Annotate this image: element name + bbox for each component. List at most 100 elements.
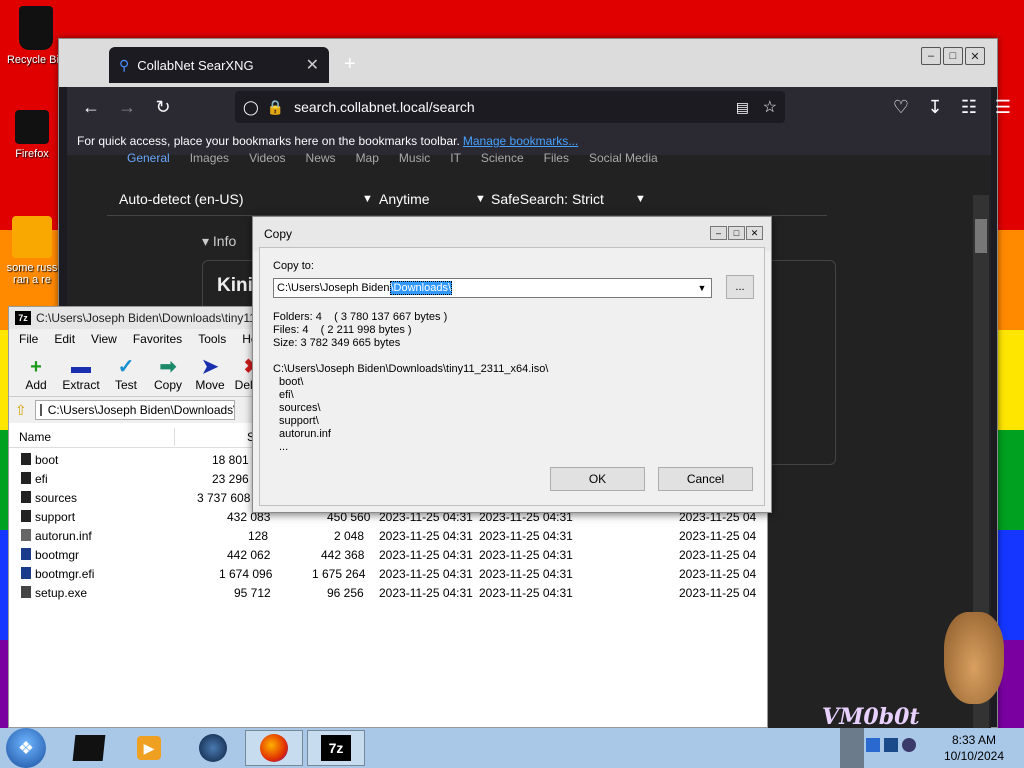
bookmark-star-icon[interactable]: ☆ — [763, 97, 777, 117]
tab-it[interactable]: IT — [450, 151, 461, 165]
tab-music[interactable]: Music — [399, 151, 430, 165]
menu-tools[interactable]: Tools — [198, 332, 226, 346]
show-hidden-icons-button[interactable] — [840, 728, 864, 768]
tab-videos[interactable]: Videos — [249, 151, 285, 165]
close-tab-icon[interactable]: ✕ — [306, 55, 319, 75]
table-row[interactable]: autorun.inf 128 2 048 2023-11-25 04:31 2023-… — [9, 526, 767, 545]
taskbar-app-7zip[interactable]: 7z — [307, 730, 365, 766]
media-player-icon: ▶ — [137, 736, 161, 760]
downloads-icon[interactable]: ↧ — [917, 91, 953, 123]
folder-icon — [21, 491, 31, 503]
reader-view-icon[interactable]: ▤ — [736, 99, 749, 116]
copy-arrow-icon: ➡ — [159, 356, 177, 378]
hamster-image — [944, 612, 1004, 704]
tab-images[interactable]: Images — [190, 151, 229, 165]
menu-view[interactable]: View — [91, 332, 117, 346]
new-tab-button[interactable]: + — [344, 53, 356, 76]
network-icon[interactable] — [866, 738, 880, 752]
close-button[interactable]: ✕ — [746, 226, 763, 240]
table-row[interactable]: bootmgr.efi 1 674 096 1 675 264 2023-11-25 … — [9, 564, 767, 583]
taskbar-app-globe[interactable] — [184, 730, 242, 766]
column-name[interactable]: Name — [19, 430, 51, 444]
clock-time: 8:33 AM — [951, 733, 996, 747]
scrollbar-thumb[interactable] — [975, 219, 987, 253]
terminal-icon — [72, 735, 106, 761]
destination-combobox[interactable]: C:\Users\Joseph Biden \Downloads\ ▼ — [273, 278, 712, 298]
dialog-titlebar: Copy – □ ✕ — [253, 217, 771, 251]
tab-science[interactable]: Science — [481, 151, 524, 165]
desktop-icon-recycle-bin[interactable]: Recycle Bin — [6, 6, 66, 66]
path-input[interactable]: C:\Users\Joseph Biden\Downloads\tiny11_2… — [34, 400, 235, 420]
volume-icon[interactable] — [884, 738, 898, 752]
menu-favorites[interactable]: Favorites — [133, 332, 182, 346]
item-list-entry: support\ — [279, 415, 319, 427]
language-select[interactable]: Auto-detect (en-US) ▼ — [119, 191, 379, 207]
tab-news[interactable]: News — [306, 151, 336, 165]
move-arrow-icon: ➤ — [201, 356, 219, 378]
firefox-icon — [15, 110, 49, 144]
cancel-button[interactable]: Cancel — [658, 467, 753, 491]
desktop-icon-file[interactable]: some russ ran a re — [2, 216, 62, 286]
tab-files[interactable]: Files — [544, 151, 569, 165]
folder-up-icon[interactable]: ⇧ — [15, 402, 27, 419]
dialog-body: Copy to: C:\Users\Joseph Biden \Downloads… — [259, 247, 765, 506]
action-center-icon[interactable] — [902, 738, 916, 752]
firefox-icon — [260, 734, 288, 762]
chevron-down-icon[interactable]: ▼ — [693, 279, 711, 297]
bookmarks-hint: For quick access, place your bookmarks h… — [77, 134, 460, 148]
manage-bookmarks-link[interactable]: Manage bookmarks... — [463, 134, 578, 148]
start-button[interactable]: ❖ — [6, 728, 46, 768]
test-button[interactable]: ✓ Test — [107, 356, 145, 396]
extensions-icon[interactable]: ☷ — [951, 91, 987, 123]
taskbar-app-firefox[interactable] — [245, 730, 303, 766]
search-filters: Auto-detect (en-US) ▼ Anytime ▼ SafeSearch… — [119, 191, 646, 207]
item-list-entry: boot\ — [279, 376, 304, 388]
table-row[interactable]: bootmgr 442 062 442 368 2023-11-25 04:31 202… — [9, 545, 767, 564]
menu-edit[interactable]: Edit — [54, 332, 75, 346]
forward-icon[interactable]: → — [109, 91, 145, 123]
url-text[interactable]: search.collabnet.local/search — [294, 99, 475, 115]
copy-dialog: Copy – □ ✕ Copy to: C:\Users\Joseph Bide… — [252, 216, 772, 513]
minimize-button[interactable]: – — [921, 47, 941, 65]
maximize-button[interactable]: □ — [943, 47, 963, 65]
source-path: C:\Users\Joseph Biden\Downloads\tiny11_2… — [273, 363, 549, 375]
exe-icon — [21, 586, 31, 598]
taskbar: ❖ ▶ 7z 8:33 AM 10/10/2024 — [0, 728, 1024, 768]
copy-button[interactable]: ➡ Copy — [149, 356, 187, 396]
browse-button[interactable]: ... — [726, 275, 754, 299]
menu-icon[interactable]: ☰ — [985, 91, 1021, 123]
menu-file[interactable]: File — [19, 332, 38, 346]
pocket-icon[interactable]: ♡ — [883, 91, 919, 123]
ok-button[interactable]: OK — [550, 467, 645, 491]
close-button[interactable]: ✕ — [965, 47, 985, 65]
tab-social-media[interactable]: Social Media — [589, 151, 658, 165]
taskbar-app-media-player[interactable]: ▶ — [120, 730, 178, 766]
item-list-entry: efi\ — [279, 389, 294, 401]
search-icon: ⚲ — [119, 56, 130, 73]
time-range-select[interactable]: Anytime ▼ — [379, 191, 491, 207]
plus-icon: + — [30, 356, 42, 378]
info-toggle[interactable]: ▾ Info — [202, 233, 236, 250]
tab-map[interactable]: Map — [356, 151, 379, 165]
chevron-down-icon: ▼ — [635, 193, 646, 205]
7zip-logo-icon: 7z — [15, 311, 31, 325]
shield-icon[interactable]: ◯ — [243, 99, 259, 116]
back-icon[interactable]: ← — [73, 91, 109, 123]
tab-general[interactable]: General — [127, 151, 170, 165]
desktop-icon-firefox[interactable]: Firefox — [2, 110, 62, 160]
extract-button[interactable]: ▬ Extract — [59, 356, 103, 396]
lock-icon[interactable]: 🔒 — [267, 99, 284, 116]
maximize-button[interactable]: □ — [728, 226, 745, 240]
add-button[interactable]: + Add — [17, 356, 55, 396]
move-button[interactable]: ➤ Move — [191, 356, 229, 396]
browser-tab[interactable]: ⚲ CollabNet SearXNG ✕ — [109, 47, 329, 83]
safesearch-select[interactable]: SafeSearch: Strict ▼ — [491, 191, 646, 207]
folders-summary: Folders: 4 ( 3 780 137 667 bytes ) — [273, 311, 448, 323]
minimize-button[interactable]: – — [710, 226, 727, 240]
reload-icon[interactable]: ↻ — [145, 91, 181, 123]
taskbar-app-terminal[interactable] — [60, 730, 118, 766]
url-bar[interactable]: ◯ 🔒 search.collabnet.local/search ▤ ☆ — [235, 91, 785, 123]
system-clock[interactable]: 8:33 AM 10/10/2024 — [944, 732, 1004, 764]
item-list-entry: autorun.inf — [279, 428, 331, 440]
table-row[interactable]: setup.exe 95 712 96 256 2023-11-25 04:31 202… — [9, 583, 767, 602]
